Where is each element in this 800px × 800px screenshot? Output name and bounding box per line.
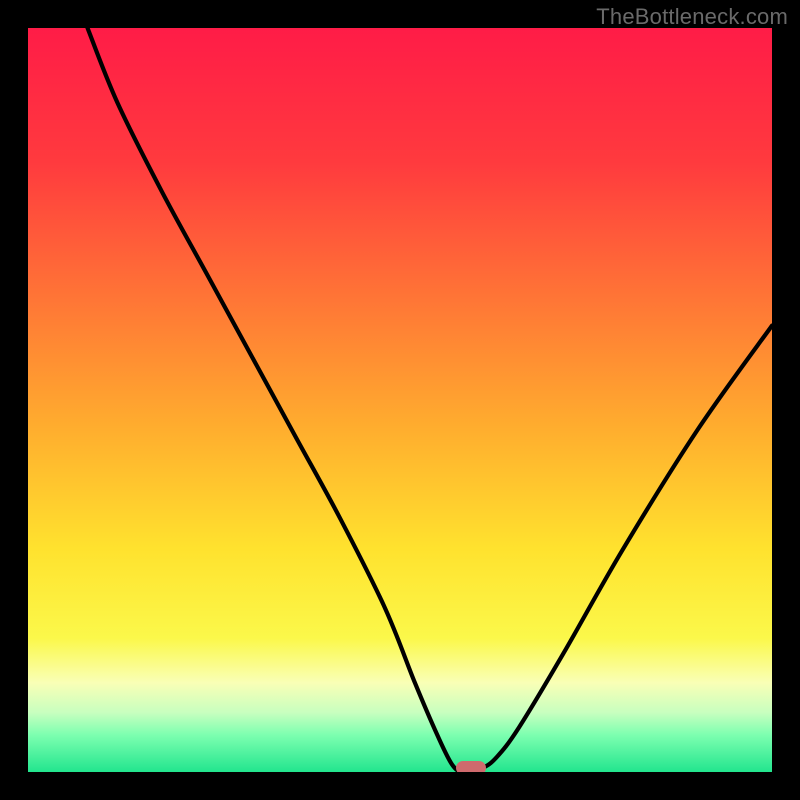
- plot-area: [28, 28, 772, 772]
- watermark-label: TheBottleneck.com: [596, 4, 788, 30]
- bottleneck-curve: [28, 28, 772, 772]
- chart-frame: TheBottleneck.com: [0, 0, 800, 800]
- optimal-marker: [456, 761, 486, 772]
